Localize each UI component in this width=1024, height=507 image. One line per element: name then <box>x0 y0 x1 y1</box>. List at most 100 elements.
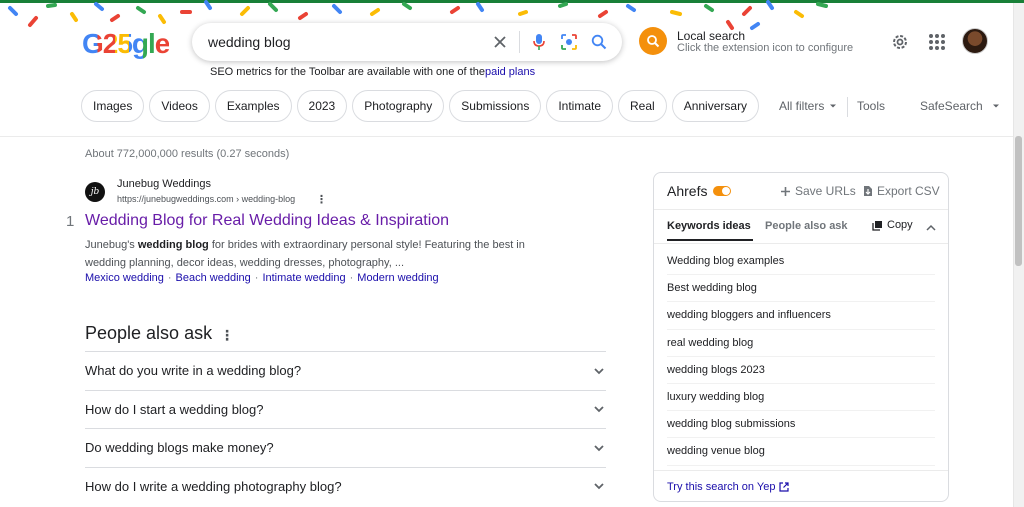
ahrefs-panel: Ahrefs Save URLs Export CSV Keywords ide… <box>653 172 949 502</box>
avatar[interactable] <box>962 28 988 54</box>
gear-icon[interactable] <box>889 31 911 53</box>
keyword-item[interactable]: Wedding blog examples <box>667 248 935 276</box>
scrollbar-thumb[interactable] <box>1015 136 1022 266</box>
export-csv-label: Export CSV <box>877 184 940 198</box>
copy-label: Copy <box>887 219 913 231</box>
sitelink[interactable]: Mexico wedding <box>85 272 164 284</box>
sitelink-separator: · <box>349 272 354 284</box>
ahrefs-brand: Ahrefs <box>667 183 732 199</box>
download-icon <box>864 186 872 196</box>
site-favicon[interactable]: jb <box>85 182 105 202</box>
chevron-down-icon <box>594 406 604 413</box>
active-tab-indicator <box>667 239 753 241</box>
chip-photography[interactable]: Photography <box>352 90 445 122</box>
chip-examples[interactable]: Examples <box>214 90 292 122</box>
sitelink[interactable]: Intimate wedding <box>262 272 345 284</box>
seo-metrics-note: SEO metrics for the Toolbar are availabl… <box>210 66 535 78</box>
paa-question[interactable]: How do I start a wedding blog? <box>85 389 606 429</box>
keyword-list: Wedding blog examples Best wedding blog … <box>667 248 935 466</box>
site-name[interactable]: Junebug Weddings <box>117 178 211 190</box>
result-more-icon[interactable]: ⋮ <box>316 193 327 206</box>
sitelinks: Mexico wedding · Beach wedding · Intimate we… <box>85 272 439 284</box>
local-search-icon[interactable] <box>639 27 667 55</box>
all-filters-button[interactable]: All filters <box>779 99 838 113</box>
local-search-subtitle: Click the extension icon to configure <box>677 42 854 54</box>
search-input[interactable] <box>192 23 485 61</box>
caret-down-icon <box>992 104 999 108</box>
snippet-pre: Junebug's <box>85 239 138 251</box>
tab-keywords-ideas[interactable]: Keywords ideas <box>667 220 751 232</box>
keyword-item[interactable]: real wedding blog <box>667 330 935 357</box>
safesearch-button[interactable]: SafeSearch <box>920 99 1001 113</box>
chevron-up-icon[interactable] <box>925 221 937 239</box>
search-divider <box>519 31 520 53</box>
search-box[interactable] <box>192 23 622 61</box>
export-csv-button[interactable]: Export CSV <box>863 184 940 198</box>
result-snippet: Junebug's wedding blog for brides with e… <box>85 236 545 272</box>
sitelink-separator: · <box>254 272 259 284</box>
paa-question[interactable]: How do I write a wedding photography blo… <box>85 466 606 506</box>
panel-divider <box>654 209 948 210</box>
search-icon[interactable] <box>584 27 614 57</box>
keyword-item[interactable]: wedding blog submissions <box>667 411 935 439</box>
keyword-item[interactable]: wedding bloggers and influencers <box>667 302 935 330</box>
local-search-title: Local search <box>677 29 746 43</box>
paa-more-icon[interactable]: ⋮ <box>220 327 234 344</box>
sitelink[interactable]: Modern wedding <box>357 272 438 284</box>
paa-heading: People also ask <box>85 323 213 343</box>
external-link-icon <box>779 482 790 492</box>
chevron-down-icon <box>594 483 604 490</box>
tools-label: Tools <box>857 99 886 113</box>
keyword-item[interactable]: Best wedding blog <box>667 275 935 303</box>
copy-icon <box>872 220 882 231</box>
apps-grid-icon[interactable] <box>929 34 945 50</box>
chip-real[interactable]: Real <box>618 90 667 122</box>
google-logo[interactable]: G25gle <box>82 28 170 60</box>
paa-question-text: What do you write in a wedding blog? <box>85 363 302 379</box>
paa-list: What do you write in a wedding blog? How… <box>85 351 606 505</box>
chevron-down-icon <box>594 445 604 452</box>
ahrefs-brand-label: Ahrefs <box>667 183 708 199</box>
paa-question-text: Do wedding blogs make money? <box>85 440 274 456</box>
keyword-item[interactable]: luxury wedding blog <box>667 384 935 412</box>
panel-divider <box>654 243 948 244</box>
panel-divider <box>654 470 948 471</box>
chip-anniversary[interactable]: Anniversary <box>671 90 760 122</box>
chip-2023[interactable]: 2023 <box>296 90 348 122</box>
paid-plans-link[interactable]: paid plans <box>485 66 535 78</box>
site-url[interactable]: https://junebugweddings.com › wedding-bl… <box>117 194 295 204</box>
ahrefs-toggle[interactable] <box>713 186 732 196</box>
lens-icon[interactable] <box>554 27 584 57</box>
microphone-icon[interactable] <box>524 27 554 57</box>
paa-question-text: How do I start a wedding blog? <box>85 401 264 417</box>
paa-question[interactable]: Do wedding blogs make money? <box>85 428 606 467</box>
chip-images[interactable]: Images <box>81 90 145 122</box>
tab-people-also-ask[interactable]: People also ask <box>765 220 848 232</box>
result-rank: 1 <box>66 213 75 230</box>
sitelink-separator: · <box>167 272 172 284</box>
result-stats: About 772,000,000 results (0.27 seconds) <box>85 148 290 160</box>
chip-intimate[interactable]: Intimate <box>546 90 614 122</box>
save-urls-button[interactable]: Save URLs <box>780 184 856 198</box>
chip-submissions[interactable]: Submissions <box>449 90 542 122</box>
yep-search-link[interactable]: Try this search on Yep <box>667 481 790 493</box>
seo-note-text: SEO metrics for the Toolbar are availabl… <box>210 66 485 78</box>
paa-question-text: How do I write a wedding photography blo… <box>85 478 342 494</box>
header-divider <box>0 136 1024 137</box>
result-title-link[interactable]: Wedding Blog for Real Wedding Ideas & In… <box>85 212 449 230</box>
sitelink[interactable]: Beach wedding <box>176 272 251 284</box>
save-urls-label: Save URLs <box>795 184 856 198</box>
tools-button[interactable]: Tools <box>857 99 885 113</box>
keyword-item[interactable]: wedding blogs 2023 <box>667 357 935 384</box>
all-filters-label: All filters <box>779 99 825 113</box>
safesearch-label: SafeSearch <box>920 99 983 113</box>
copy-button[interactable]: Copy <box>872 219 913 231</box>
keyword-item[interactable]: wedding venue blog <box>667 438 935 466</box>
filter-chips: Images Videos Examples 2023 Photography … <box>81 90 760 122</box>
chevron-down-icon <box>594 368 604 375</box>
caret-down-icon <box>830 104 837 108</box>
yep-link-label: Try this search on Yep <box>667 481 776 493</box>
clear-icon[interactable] <box>485 27 515 57</box>
paa-question[interactable]: What do you write in a wedding blog? <box>85 351 606 390</box>
chip-videos[interactable]: Videos <box>149 90 210 122</box>
